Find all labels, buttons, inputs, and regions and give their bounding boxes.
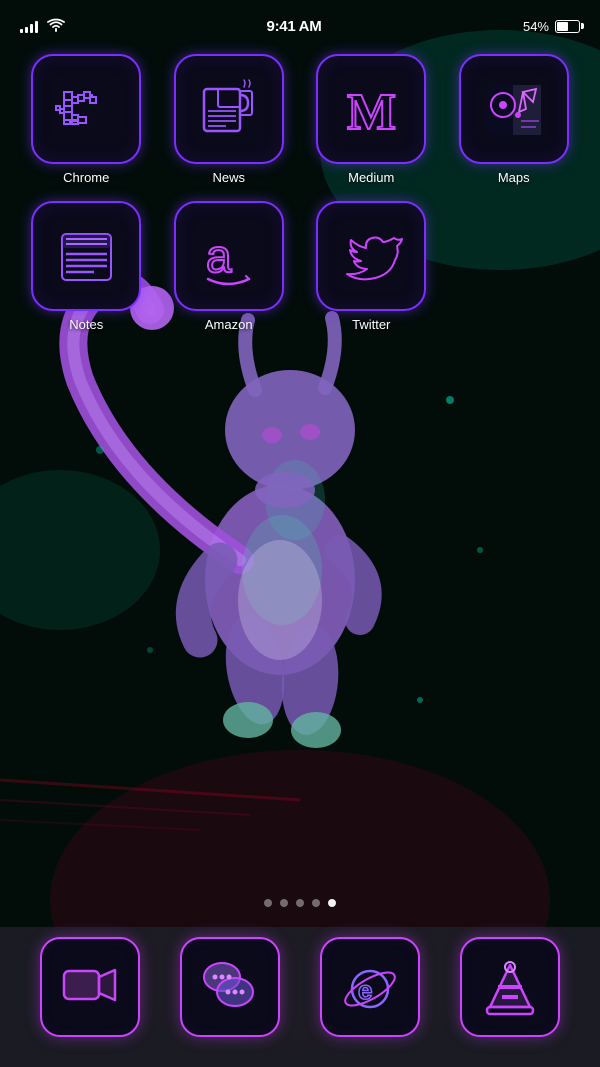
page-dot-4[interactable] (312, 899, 320, 907)
battery-fill (557, 22, 568, 31)
app-medium[interactable]: M Medium (305, 54, 438, 185)
ie-icon[interactable]: e (320, 937, 420, 1037)
dock: e (0, 927, 600, 1067)
page-dot-2[interactable] (280, 899, 288, 907)
app-grid: Chrome News (0, 44, 600, 342)
vlc-icon[interactable] (460, 937, 560, 1037)
battery-percentage: 54% (523, 19, 549, 34)
page-dot-3[interactable] (296, 899, 304, 907)
page-dot-1[interactable] (264, 899, 272, 907)
amazon-icon[interactable]: a (174, 201, 284, 311)
signal-bar-1 (20, 29, 23, 33)
medium-label: Medium (348, 170, 394, 185)
dock-messages[interactable] (180, 937, 280, 1037)
medium-icon[interactable]: M (316, 54, 426, 164)
app-twitter[interactable]: Twitter (305, 201, 438, 332)
notes-icon[interactable] (31, 201, 141, 311)
dock-facetime[interactable] (40, 937, 140, 1037)
amazon-label: Amazon (205, 317, 253, 332)
dock-vlc[interactable] (460, 937, 560, 1037)
app-news[interactable]: News (163, 54, 296, 185)
maps-label: Maps (498, 170, 530, 185)
chrome-icon[interactable] (31, 54, 141, 164)
messages-icon[interactable] (180, 937, 280, 1037)
status-left (20, 18, 65, 35)
signal-bar-3 (30, 24, 33, 33)
signal-bar-4 (35, 21, 38, 33)
dock-ie[interactable]: e (320, 937, 420, 1037)
svg-text:e: e (358, 975, 372, 1005)
chrome-label: Chrome (63, 170, 109, 185)
page-dot-5[interactable] (328, 899, 336, 907)
app-chrome[interactable]: Chrome (20, 54, 153, 185)
battery-icon (555, 20, 580, 33)
twitter-label: Twitter (352, 317, 390, 332)
app-amazon[interactable]: a Amazon (163, 201, 296, 332)
page-dots (0, 899, 600, 907)
status-right: 54% (523, 19, 580, 34)
svg-text:a: a (206, 230, 232, 282)
status-time: 9:41 AM (267, 18, 322, 35)
app-maps[interactable]: Maps (448, 54, 581, 185)
signal-bar-2 (25, 27, 28, 33)
app-notes[interactable]: Notes (20, 201, 153, 332)
news-label: News (212, 170, 245, 185)
news-icon[interactable] (174, 54, 284, 164)
twitter-icon[interactable] (316, 201, 426, 311)
wifi-icon (47, 18, 65, 35)
notes-label: Notes (69, 317, 103, 332)
status-bar: 9:41 AM 54% (0, 0, 600, 44)
svg-text:M: M (347, 84, 396, 141)
maps-icon[interactable] (459, 54, 569, 164)
signal-bars (20, 19, 38, 33)
facetime-icon[interactable] (40, 937, 140, 1037)
